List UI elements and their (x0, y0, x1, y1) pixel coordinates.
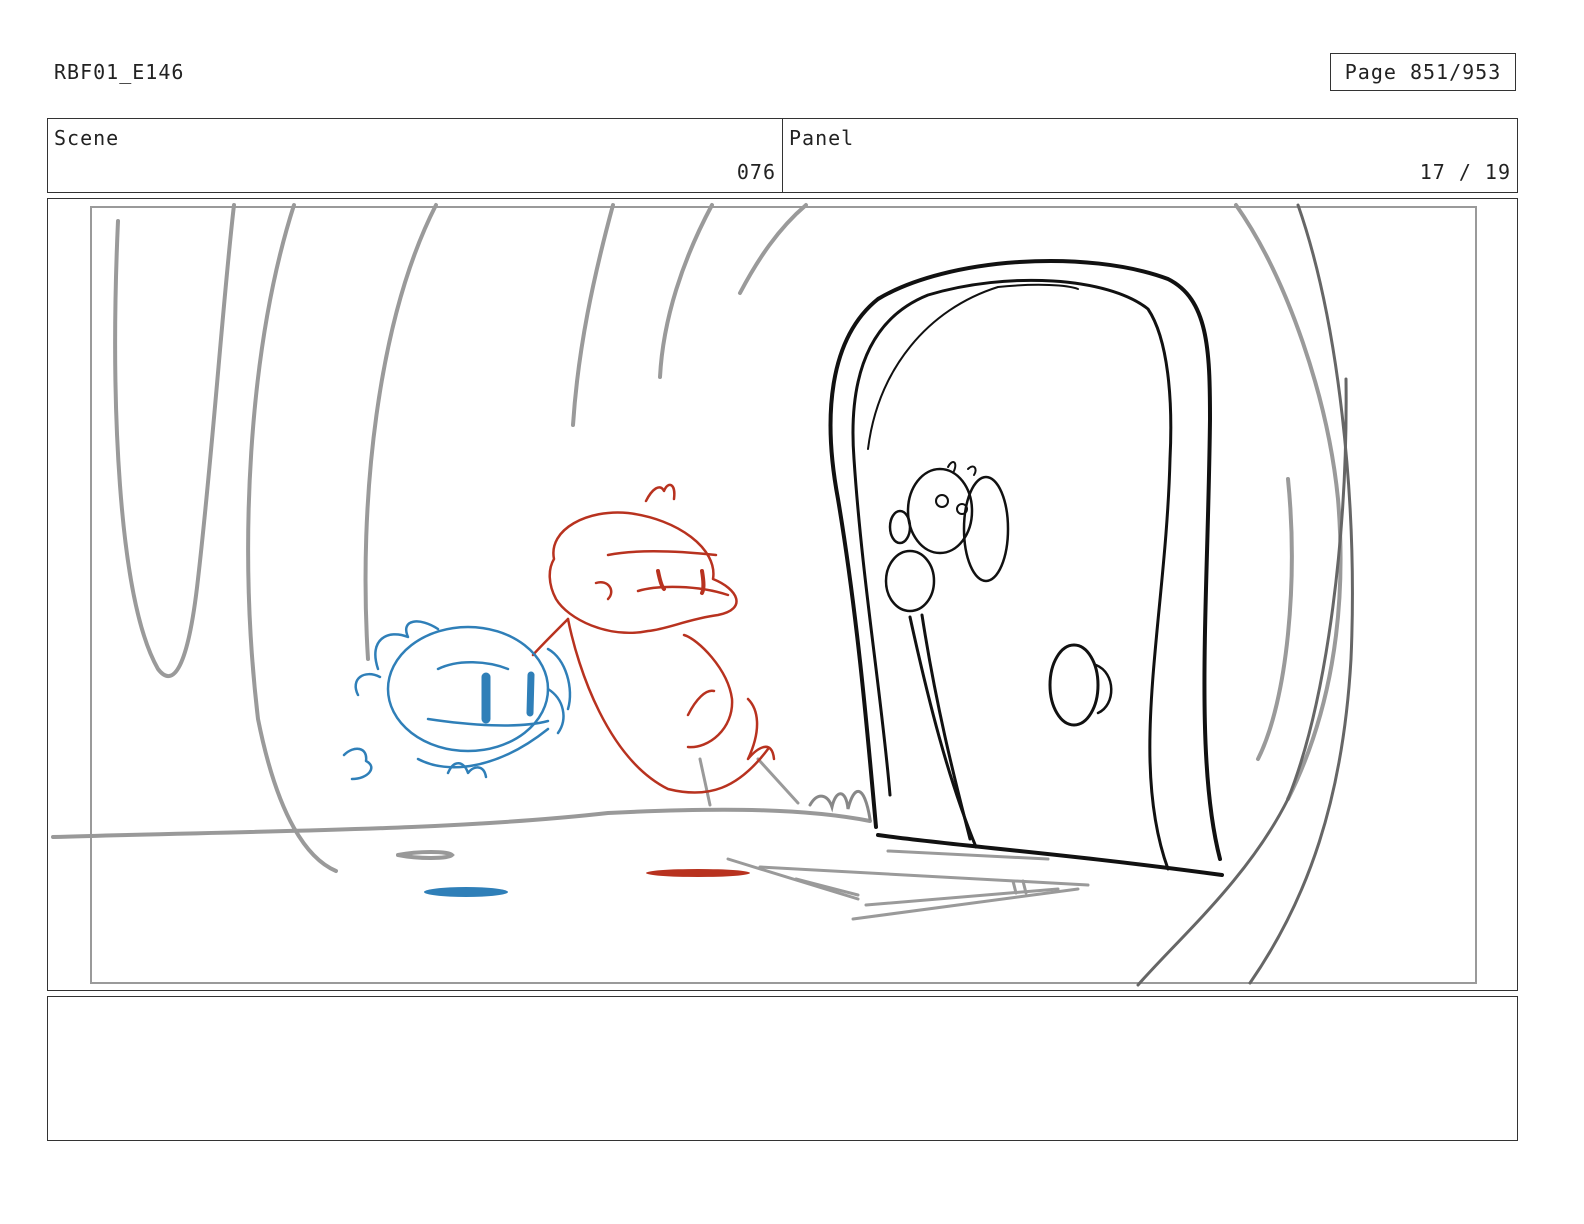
door-knocker-plate (962, 475, 1010, 583)
document-id: RBF01_E146 (54, 60, 185, 84)
panel-cell: Panel 17 / 19 (782, 119, 1517, 192)
panel-label: Panel (789, 126, 855, 150)
scene-number: 076 (736, 160, 776, 184)
door-inner-edge (851, 278, 1173, 871)
page-counter-label: Page 851/953 (1344, 60, 1502, 84)
doorknob (1048, 643, 1100, 727)
blue-character-sketch (342, 620, 572, 781)
red-character-head (548, 511, 738, 635)
panel-notes-box (47, 996, 1518, 1141)
panel-number: 17 / 19 (1419, 160, 1511, 184)
ground-line (51, 807, 872, 860)
red-character-sketch (531, 483, 776, 794)
storyboard-drawing (51, 203, 1477, 987)
door-knocker-ring (884, 549, 936, 613)
storyboard-panel (47, 198, 1518, 991)
blue-character-head (386, 625, 550, 753)
safe-area-frame (90, 206, 1477, 984)
door-knocker-face (906, 467, 974, 555)
door-drawing (828, 259, 1224, 877)
scene-cell: Scene 076 (48, 119, 782, 192)
blue-shadow-mark (424, 887, 508, 897)
scene-panel-header: Scene 076 Panel 17 / 19 (47, 118, 1518, 193)
page-counter: Page 851/953 (1330, 53, 1516, 91)
door-bottom (876, 833, 1224, 877)
background-tree-sketch (113, 203, 1343, 873)
scene-label: Scene (54, 126, 120, 150)
red-shadow-mark (646, 869, 750, 877)
